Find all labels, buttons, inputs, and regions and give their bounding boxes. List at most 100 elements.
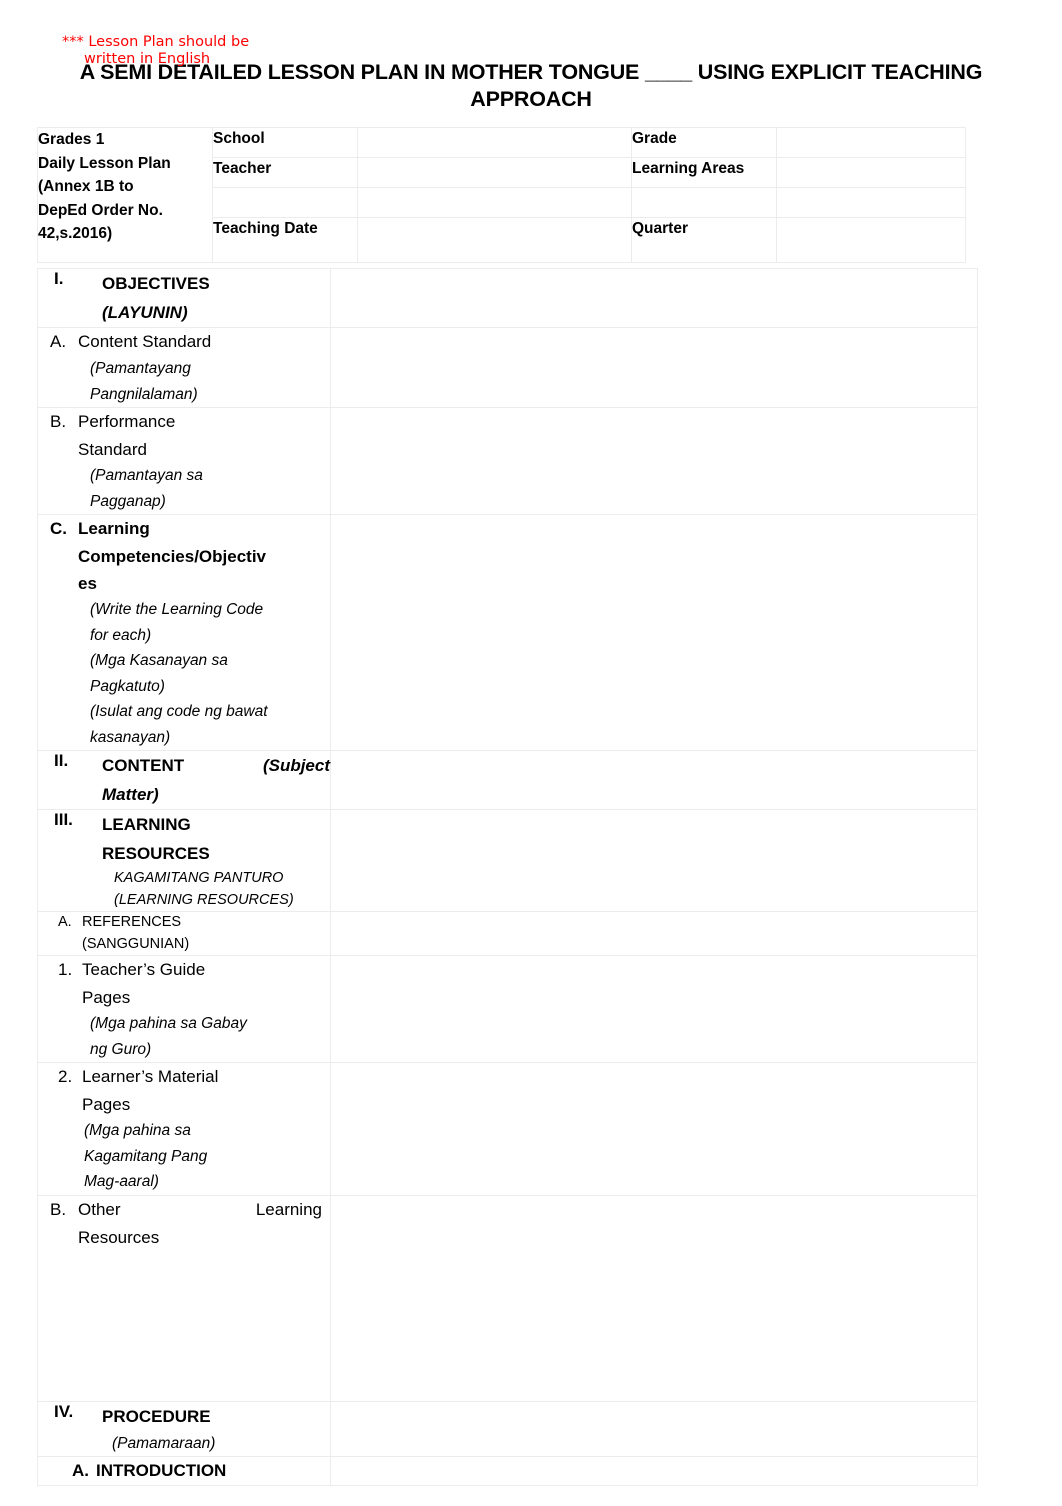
teachers-guide-number: 1.: [58, 960, 73, 979]
objectives-numeral: I.: [54, 269, 64, 288]
introduction-letter: A.: [72, 1461, 89, 1480]
performance-standard-heading-1: Performance: [78, 412, 176, 431]
document-page: *** Lesson Plan should be written in Eng…: [0, 0, 1062, 1506]
grade-label: Grade: [631, 127, 777, 158]
learning-resources-heading-2: RESOURCES: [102, 844, 210, 863]
table-row-references: A. REFERENCES (SANGGUNIAN): [37, 911, 978, 956]
spacer-cell-c: [631, 187, 777, 218]
learning-competencies-heading-2: Competencies/Objectiv: [78, 547, 267, 566]
learning-competencies-translation-5: (Isulat ang code ng bawat: [90, 703, 268, 720]
references-translation: (SANGGUNIAN): [82, 935, 190, 952]
teachers-guide-label-cell: 1. Teacher’s Guide Pages (Mga pahina sa …: [37, 955, 331, 1063]
table-row-introduction: A. INTRODUCTION: [37, 1456, 978, 1486]
references-label-cell: A. REFERENCES (SANGGUNIAN): [37, 911, 331, 956]
other-learning-resources-letter: B.: [50, 1199, 67, 1219]
learning-areas-value[interactable]: [776, 157, 966, 188]
table-row-learning-competencies: C. Learning Competencies/Objectiv es (Wr…: [37, 514, 978, 751]
other-learning-resources-word-1: Other: [78, 1199, 121, 1219]
teachers-guide-heading-2: Pages: [82, 988, 131, 1007]
learning-resources-translation-1: KAGAMITANG PANTURO: [114, 870, 284, 886]
table-row-performance-standard: B. Performance Standard (Pamantayan sa P…: [37, 407, 978, 515]
table-row-objectives: I. OBJECTIVES (LAYUNIN): [37, 268, 978, 328]
learners-material-heading-1: Learner’s Material: [82, 1067, 219, 1086]
content-standard-translation-2: Pangnilalaman): [90, 385, 198, 403]
learning-competencies-label-cell: C. Learning Competencies/Objectiv es (Wr…: [37, 514, 331, 751]
content-standard-heading: Content Standard: [78, 332, 212, 351]
grade-value[interactable]: [776, 127, 966, 158]
table-row-teachers-guide: 1. Teacher’s Guide Pages (Mga pahina sa …: [37, 955, 978, 1063]
teachers-guide-translation-2: ng Guro): [90, 1040, 152, 1058]
other-learning-resources-heading-line-2: Resources: [78, 1227, 160, 1247]
content-standard-value[interactable]: [330, 327, 978, 408]
teacher-value[interactable]: [357, 157, 632, 188]
table-row-procedure: IV. PROCEDURE (Pamamaraan): [37, 1400, 978, 1457]
learning-competencies-heading-3: es: [78, 574, 97, 593]
learning-resources-heading-1: LEARNING: [102, 815, 191, 834]
references-heading: REFERENCES: [82, 914, 182, 930]
procedure-label-cell: IV. PROCEDURE (Pamamaraan): [37, 1400, 331, 1457]
content-value[interactable]: [330, 750, 978, 810]
objectives-heading: OBJECTIVES: [102, 274, 210, 293]
learning-competencies-translation-1: (Write the Learning Code: [90, 601, 264, 618]
learners-material-number: 2.: [58, 1067, 73, 1086]
content-numeral: II.: [54, 751, 69, 770]
learning-competencies-heading-1: Learning: [78, 519, 150, 538]
table-row-learners-material: 2. Learner’s Material Pages (Mga pahina …: [37, 1062, 978, 1196]
school-value[interactable]: [357, 127, 632, 158]
content-standard-translation-1: (Pamantayang: [90, 360, 191, 377]
procedure-value[interactable]: [330, 1400, 978, 1457]
table-row-content: II. CONTENT (Subject Matter): [37, 750, 978, 810]
objectives-label-cell: I. OBJECTIVES (LAYUNIN): [37, 268, 331, 328]
quarter-value[interactable]: [776, 217, 966, 263]
learning-competencies-translation-6: kasanayan): [90, 728, 171, 746]
learning-resources-value[interactable]: [330, 809, 978, 912]
content-heading-translation-1: (Subject: [262, 756, 330, 775]
performance-standard-letter: B.: [50, 412, 67, 431]
performance-standard-translation-2: Pagganap): [90, 492, 166, 510]
learning-resources-label-cell: III. LEARNING RESOURCES KAGAMITANG PANTU…: [37, 809, 331, 912]
learning-areas-label: Learning Areas: [631, 157, 777, 188]
other-learning-resources-label-cell: B. Other Learning Resources: [37, 1194, 331, 1402]
spacer-cell-d: [776, 187, 966, 218]
content-heading-translation-2: Matter): [102, 785, 159, 804]
learners-material-label-cell: 2. Learner’s Material Pages (Mga pahina …: [37, 1062, 331, 1196]
performance-standard-heading-2: Standard: [78, 440, 147, 459]
lesson-plan-table: I. OBJECTIVES (LAYUNIN) A. Content Stand…: [37, 268, 978, 1486]
learners-material-translation-3: Mag-aaral): [84, 1173, 159, 1190]
teaching-date-value[interactable]: [357, 217, 632, 263]
teachers-guide-translation-1: (Mga pahina sa Gabay: [90, 1015, 247, 1032]
learning-competencies-value[interactable]: [330, 514, 978, 751]
introduction-heading: INTRODUCTION: [96, 1461, 227, 1480]
learners-material-heading-2: Pages: [82, 1095, 131, 1114]
introduction-value[interactable]: [330, 1456, 978, 1486]
procedure-heading: PROCEDURE: [102, 1406, 211, 1426]
other-learning-resources-word-2: Learning: [255, 1199, 322, 1219]
other-learning-resources-value[interactable]: [330, 1194, 978, 1402]
learners-material-value[interactable]: [330, 1062, 978, 1196]
school-label: School: [212, 127, 358, 158]
header-info-table: Grades 1 Daily Lesson Plan (Annex 1B to …: [37, 127, 966, 263]
introduction-label-cell: A. INTRODUCTION: [37, 1456, 331, 1486]
spacer-cell-b: [357, 187, 632, 218]
procedure-translation: (Pamamaraan): [112, 1434, 216, 1452]
references-value[interactable]: [330, 911, 978, 956]
grades-line-5: 42,s.2016): [38, 225, 113, 242]
performance-standard-translation-1: (Pamantayan sa: [90, 467, 203, 484]
teachers-guide-value[interactable]: [330, 955, 978, 1063]
content-standard-label-cell: A. Content Standard (Pamantayang Pangnil…: [37, 327, 331, 408]
learning-resources-numeral: III.: [54, 810, 73, 829]
objectives-heading-translation: (LAYUNIN): [102, 303, 188, 322]
objectives-value[interactable]: [330, 268, 978, 328]
performance-standard-value[interactable]: [330, 407, 978, 515]
grades-line-1: Grades 1: [38, 131, 105, 148]
content-label-cell: II. CONTENT (Subject Matter): [37, 750, 331, 810]
teaching-date-label: Teaching Date: [212, 217, 358, 263]
performance-standard-label-cell: B. Performance Standard (Pamantayan sa P…: [37, 407, 331, 515]
learners-material-translation-2: Kagamitang Pang: [84, 1147, 208, 1165]
quarter-label: Quarter: [631, 217, 777, 263]
learning-competencies-translation-3: (Mga Kasanayan sa: [90, 652, 228, 669]
learning-competencies-translation-4: Pagkatuto): [90, 677, 165, 695]
grades-line-3: (Annex 1B to: [38, 178, 134, 195]
learners-material-translation-1: (Mga pahina sa: [84, 1122, 191, 1139]
content-heading: CONTENT: [102, 756, 185, 775]
